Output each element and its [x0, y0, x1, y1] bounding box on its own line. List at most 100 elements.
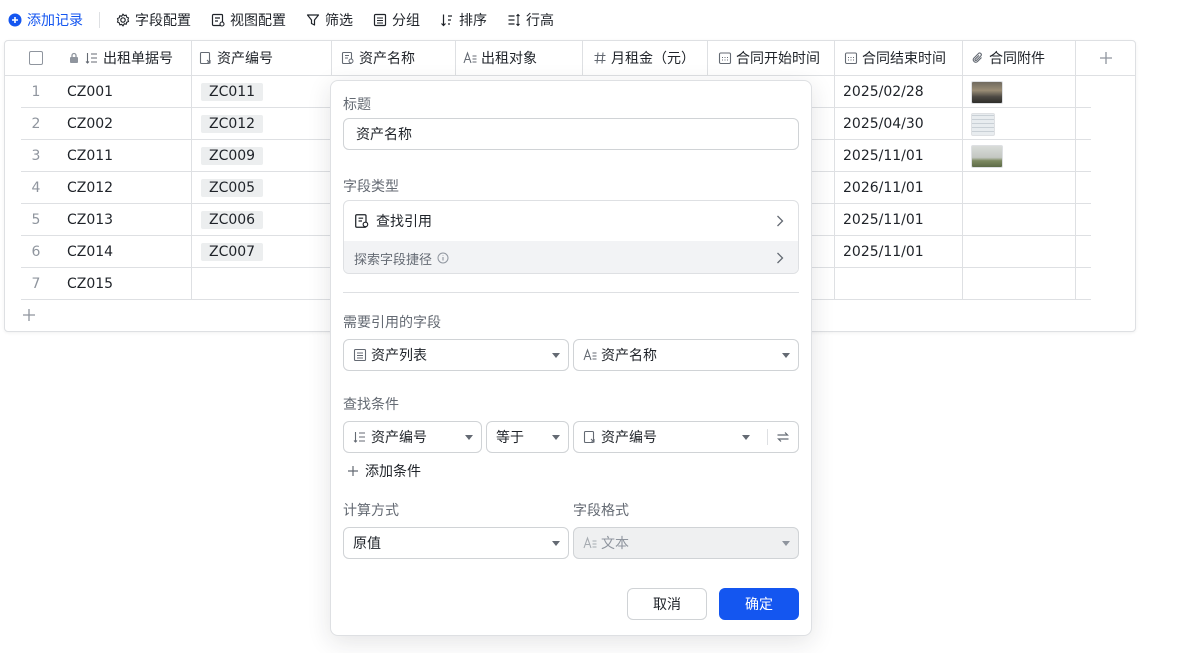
end-date-cell[interactable]: 2025/02/28 — [843, 76, 924, 108]
asset-code-cell[interactable]: ZC012 — [201, 108, 264, 140]
end-date-cell[interactable]: 2025/11/01 — [843, 204, 924, 236]
filter-button[interactable]: 筛选 — [306, 10, 353, 30]
caret-down-icon — [552, 541, 560, 546]
calc-select[interactable]: 原值 — [343, 527, 569, 559]
add-condition-button[interactable]: 添加条件 — [347, 461, 421, 481]
confirm-button[interactable]: 确定 — [719, 588, 799, 620]
column-divider — [707, 41, 708, 76]
row-height-label: 行高 — [526, 13, 554, 29]
condition-field-value: 资产编号 — [371, 430, 427, 446]
asset-code-tag: ZC006 — [201, 211, 264, 229]
condition-field-select[interactable]: 资产编号 — [343, 421, 482, 453]
cancel-button[interactable]: 取消 — [627, 588, 707, 620]
add-column-icon[interactable] — [1098, 50, 1114, 66]
end-date-cell[interactable]: 2025/11/01 — [843, 236, 924, 268]
caret-down-icon — [552, 435, 560, 440]
explore-shortcut-row[interactable]: 探索字段捷径 — [344, 241, 798, 273]
table-icon — [353, 348, 367, 362]
format-value: 文本 — [601, 536, 629, 552]
asset-code-cell[interactable]: ZC006 — [201, 204, 264, 236]
date-field-icon — [718, 51, 732, 65]
format-select: 文本 — [573, 527, 799, 559]
condition-operator-value: 等于 — [496, 430, 524, 446]
end-date-cell[interactable]: 2025/04/30 — [843, 108, 924, 140]
end-date-cell[interactable]: 2026/11/01 — [843, 172, 924, 204]
attachment-thumbnail[interactable] — [971, 144, 1003, 168]
field-config-button[interactable]: 字段配置 — [116, 10, 191, 30]
column-header-asset-name[interactable]: 资产名称 — [341, 41, 415, 76]
asset-code-cell[interactable]: ZC005 — [201, 172, 264, 204]
doc-no-cell[interactable]: CZ011 — [67, 140, 113, 172]
swap-icon[interactable] — [776, 430, 790, 448]
field-type-selector[interactable]: 查找引用 — [344, 201, 798, 241]
column-header-asset-code[interactable]: 资产编号 — [199, 41, 273, 76]
column-label: 合同开始时间 — [736, 51, 820, 67]
condition-operator-select[interactable]: 等于 — [486, 421, 569, 453]
attachment-cell[interactable] — [971, 76, 1003, 108]
divider — [767, 429, 768, 445]
column-header-doc-no[interactable]: 出租单据号 — [67, 41, 173, 76]
end-date-cell[interactable]: 2025/11/01 — [843, 140, 924, 172]
column-label: 合同附件 — [989, 51, 1045, 67]
attachment-thumbnail[interactable] — [971, 112, 995, 136]
asset-code-tag: ZC011 — [201, 83, 264, 101]
lookup-field-icon — [354, 213, 370, 229]
column-header-attachment[interactable]: 合同附件 — [971, 41, 1045, 76]
ref-field-value: 资产名称 — [601, 348, 657, 364]
asset-code-tag: ZC005 — [201, 179, 264, 197]
column-label: 出租对象 — [481, 51, 537, 67]
column-header-end-date[interactable]: 合同结束时间 — [844, 41, 946, 76]
field-type-label: 字段类型 — [343, 179, 399, 195]
doc-no-cell[interactable]: CZ015 — [67, 268, 113, 300]
calc-value: 原值 — [353, 536, 381, 552]
add-record-label: 添加记录 — [27, 13, 83, 29]
asset-code-tag: ZC012 — [201, 115, 264, 133]
attachment-cell[interactable] — [971, 140, 1003, 172]
doc-no-cell[interactable]: CZ012 — [67, 172, 113, 204]
doc-no-cell[interactable]: CZ002 — [67, 108, 113, 140]
doc-no-cell[interactable]: CZ014 — [67, 236, 113, 268]
select-all-checkbox[interactable] — [29, 51, 43, 65]
condition-target-select[interactable]: 资产编号 — [573, 421, 799, 453]
title-label: 标题 — [343, 97, 371, 113]
attachment-cell[interactable] — [971, 108, 995, 140]
view-config-button[interactable]: 视图配置 — [211, 10, 286, 30]
sort-label: 排序 — [459, 13, 487, 29]
plus-circle-icon — [8, 13, 22, 27]
row-height-button[interactable]: 行高 — [507, 10, 554, 30]
column-divider — [582, 41, 583, 76]
asset-code-cell[interactable]: ZC009 — [201, 140, 264, 172]
asset-code-cell[interactable]: ZC011 — [201, 76, 264, 108]
doc-no-cell[interactable]: CZ001 — [67, 76, 113, 108]
column-header-tenant[interactable]: 出租对象 — [463, 41, 537, 76]
row-number: 3 — [31, 148, 41, 164]
column-label: 资产名称 — [359, 51, 415, 67]
condition-label: 查找条件 — [343, 397, 399, 413]
ref-field-label: 需要引用的字段 — [343, 315, 441, 331]
doc-no-cell[interactable]: CZ013 — [67, 204, 113, 236]
row-number: 2 — [31, 116, 41, 132]
group-icon — [373, 13, 387, 27]
ref-table-select[interactable]: 资产列表 — [343, 339, 569, 371]
title-input[interactable]: 资产名称 — [343, 118, 799, 150]
explore-shortcut-label: 探索字段捷径 — [354, 252, 433, 268]
text-field-icon — [583, 536, 597, 550]
view-config-icon — [211, 13, 225, 27]
column-divider — [331, 41, 332, 76]
sort-button[interactable]: 排序 — [440, 10, 487, 30]
column-header-rent[interactable]: 月租金（元） — [593, 41, 695, 76]
calc-label: 计算方式 — [343, 503, 399, 519]
column-header-start-date[interactable]: 合同开始时间 — [718, 41, 820, 76]
group-button[interactable]: 分组 — [373, 10, 420, 30]
paperclip-icon — [971, 51, 985, 65]
add-condition-label: 添加条件 — [365, 464, 421, 480]
add-row-icon[interactable] — [21, 307, 37, 323]
attachment-thumbnail[interactable] — [971, 80, 1003, 104]
field-type-value: 查找引用 — [376, 214, 432, 230]
add-record-button[interactable]: 添加记录 — [8, 10, 83, 30]
info-icon — [437, 252, 449, 264]
asset-code-cell[interactable]: ZC007 — [201, 236, 264, 268]
ref-field-select[interactable]: 资产名称 — [573, 339, 799, 371]
chevron-right-icon — [776, 214, 784, 232]
text-field-icon — [463, 51, 477, 65]
